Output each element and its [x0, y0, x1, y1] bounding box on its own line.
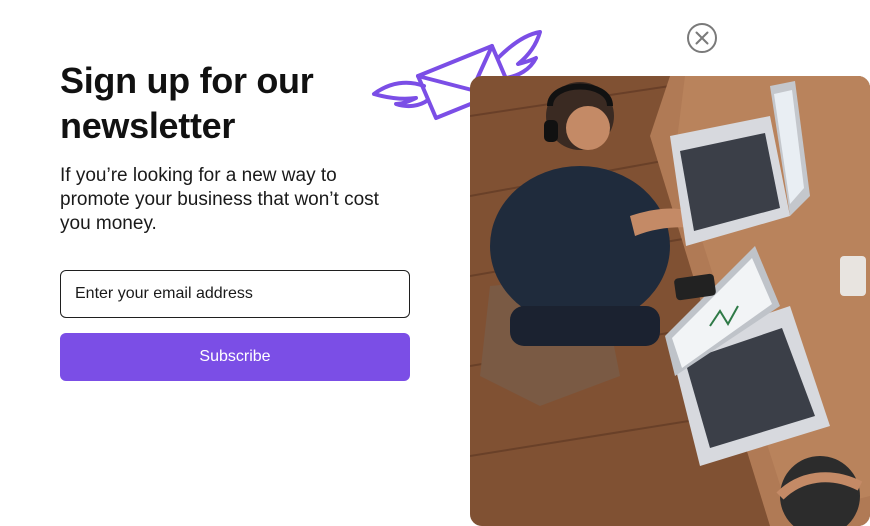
newsletter-content: Sign up for our newsletter If you’re loo…	[60, 58, 410, 236]
workspace-photo	[470, 76, 870, 526]
subscribe-button[interactable]: Subscribe	[60, 333, 410, 381]
email-input[interactable]	[60, 270, 410, 318]
subtext: If you’re looking for a new way to promo…	[60, 165, 379, 234]
headline: Sign up for our newsletter	[60, 60, 314, 146]
close-button[interactable]	[686, 22, 718, 54]
hero-photo	[470, 76, 870, 526]
close-circle-icon	[687, 23, 717, 53]
